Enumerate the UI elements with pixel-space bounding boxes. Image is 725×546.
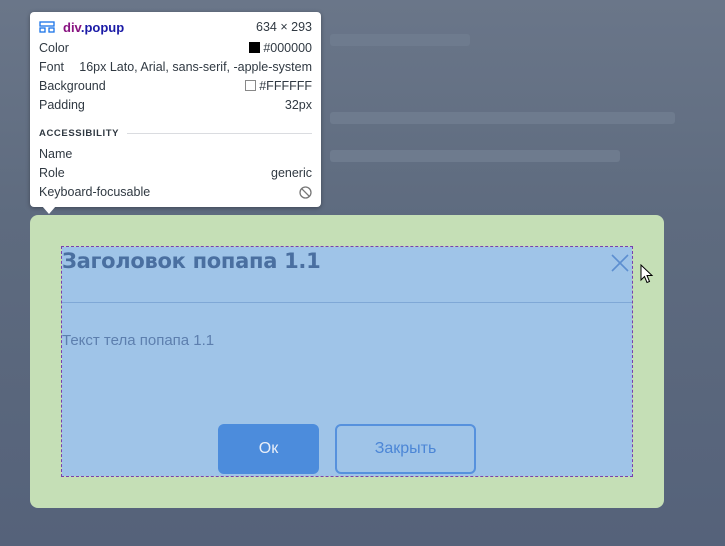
tooltip-row-background: Background #FFFFFF: [39, 79, 312, 93]
background-text-line: [330, 150, 620, 162]
popup-divider: [62, 302, 632, 303]
tooltip-row-keyboard-focusable: Keyboard-focusable: [39, 183, 312, 201]
element-dimensions: 634 × 293: [256, 20, 312, 34]
close-icon[interactable]: [610, 253, 630, 273]
tooltip-arrow: [42, 206, 56, 214]
not-allowed-icon: [299, 185, 312, 199]
tooltip-row-color: Color #000000: [39, 41, 312, 55]
accessibility-heading: ACCESSIBILITY: [39, 126, 312, 140]
mouse-cursor-icon: [640, 264, 654, 284]
tooltip-row-name: Name: [39, 147, 73, 161]
popup: Заголовок попапа 1.1 Текст тела попапа 1…: [61, 246, 633, 477]
element-grid-icon: [39, 21, 55, 33]
devtools-inspect-tooltip: div.popup 634 × 293 Color #000000 Font 1…: [30, 12, 321, 207]
tooltip-row-padding: Padding 32px: [39, 98, 312, 112]
popup-body-text: Текст тела попапа 1.1: [62, 332, 215, 349]
ok-button[interactable]: Ок: [218, 424, 319, 474]
tooltip-row-font: Font 16px Lato, Arial, sans-serif, -appl…: [39, 60, 312, 74]
color-swatch: [249, 42, 261, 53]
close-button[interactable]: Закрыть: [335, 424, 476, 474]
background-text-line: [330, 34, 470, 46]
background-text-line: [330, 112, 675, 124]
background-swatch: [245, 80, 257, 91]
tooltip-row-role: Role generic: [39, 166, 312, 180]
popup-title: Заголовок попапа 1.1: [62, 249, 321, 273]
element-selector: div.popup: [63, 19, 125, 35]
